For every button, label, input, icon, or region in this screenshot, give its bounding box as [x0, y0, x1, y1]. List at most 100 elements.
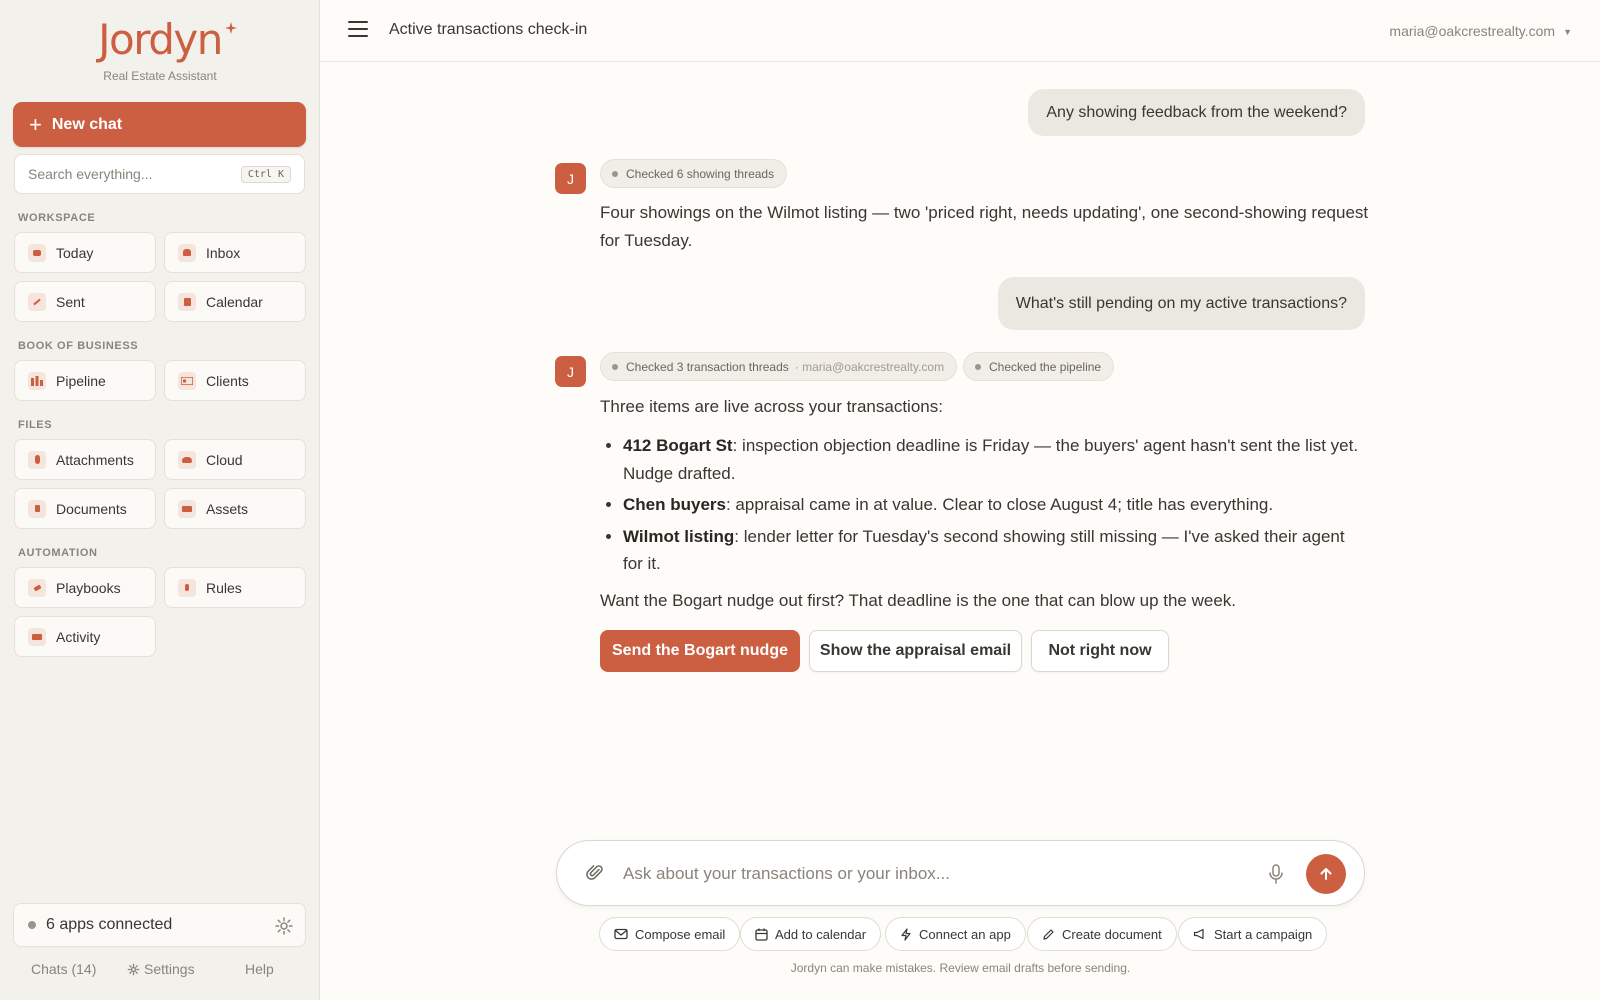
- footer-settings-link[interactable]: Settings: [127, 961, 195, 977]
- assistant-message-intro: Three items are live across your transac…: [600, 397, 943, 416]
- assistant-avatar: J: [555, 356, 586, 387]
- sidebar-item-inbox[interactable]: Inbox: [164, 232, 306, 273]
- sidebar-item-attachments[interactable]: Attachments: [14, 439, 156, 480]
- pencil-icon: [1043, 928, 1054, 940]
- list-item-text: : appraisal came in at value. Clear to c…: [725, 495, 1274, 514]
- sidebar-item-playbooks[interactable]: Playbooks: [14, 567, 156, 608]
- sidebar-item-pipeline[interactable]: Pipeline: [14, 360, 156, 401]
- gear-icon: [127, 963, 140, 975]
- mail-icon: [614, 928, 628, 940]
- logo-tagline: Real Estate Assistant: [103, 69, 217, 83]
- calendar-icon: [178, 292, 196, 311]
- sidebar-item-label: Sent: [56, 293, 85, 310]
- list-item: Wilmot listing: lender letter for Tuesda…: [623, 523, 1365, 578]
- not-right-now-button[interactable]: Not right now: [1031, 630, 1169, 672]
- sidebar-item-documents[interactable]: Documents: [14, 488, 156, 529]
- tool-status-label: Checked 3 transaction threads: [626, 359, 789, 374]
- megaphone-icon: [1193, 928, 1204, 940]
- sidebar-item-today[interactable]: Today: [14, 232, 156, 273]
- user-message: Any showing feedback from the weekend?: [1028, 89, 1365, 136]
- new-chat-button[interactable]: + New chat: [13, 102, 306, 147]
- user-message-text: What's still pending on my active transa…: [1015, 294, 1347, 312]
- status-dot: [612, 363, 618, 370]
- tool-status-chip[interactable]: Checked 3 transaction threads · maria@oa…: [600, 352, 958, 381]
- rules-icon: [178, 578, 196, 597]
- start-campaign-button[interactable]: Start a campaign: [1178, 917, 1328, 951]
- assistant-message-text: Four showings on the Wilmot listing — tw…: [600, 203, 1369, 250]
- sidebar-item-label: Inbox: [206, 244, 241, 261]
- status-dot: [612, 170, 618, 177]
- sidebar-item-activity[interactable]: Activity: [14, 616, 156, 657]
- sidebar-item-sent[interactable]: Sent: [14, 281, 156, 322]
- search-shortcut-badge: Ctrl K: [240, 165, 291, 183]
- logo[interactable]: Jordyn: [0, 14, 320, 66]
- caret-down-icon: ▼: [1563, 27, 1572, 37]
- sidebar-item-clients[interactable]: Clients: [164, 360, 306, 401]
- sparkle-icon: [225, 22, 237, 34]
- footer-chats-link[interactable]: Chats (14): [31, 961, 96, 977]
- microphone-icon[interactable]: [1266, 863, 1286, 885]
- sidebar-item-label: Documents: [56, 500, 127, 517]
- logo-wordmark: Jordyn: [98, 15, 223, 64]
- section-label-book-of-business: BOOK OF BUSINESS: [18, 340, 139, 352]
- list-item: 412 Bogart St: inspection objection dead…: [623, 432, 1365, 487]
- section-label-automation: AUTOMATION: [18, 547, 98, 559]
- connect-app-button[interactable]: Connect an app: [885, 917, 1026, 951]
- sidebar-item-assets[interactable]: Assets: [164, 488, 306, 529]
- gear-icon[interactable]: [274, 916, 294, 936]
- chat-input[interactable]: [623, 861, 1223, 887]
- sidebar-item-label: Calendar: [206, 293, 263, 310]
- paperclip-icon[interactable]: [585, 863, 605, 883]
- image-icon: [178, 499, 196, 518]
- sidebar-item-label: Playbooks: [56, 579, 121, 596]
- sidebar-item-cloud[interactable]: Cloud: [164, 439, 306, 480]
- new-chat-label: New chat: [51, 115, 123, 133]
- status-dot: [975, 363, 981, 370]
- tool-status-chip[interactable]: Checked the pipeline: [963, 352, 1115, 381]
- sidebar-item-label: Pipeline: [56, 372, 106, 389]
- assistant-avatar: J: [555, 163, 586, 194]
- sidebar: Jordyn Real Estate Assistant + New chat …: [0, 0, 320, 1000]
- lightning-icon: [901, 927, 911, 941]
- page-title: Active transactions check-in: [389, 21, 588, 38]
- apps-connected-label: 6 apps connected: [46, 916, 173, 933]
- search-input[interactable]: [28, 166, 241, 182]
- sidebar-item-rules[interactable]: Rules: [164, 567, 306, 608]
- footer-help-link[interactable]: Help: [245, 961, 274, 977]
- sidebar-search[interactable]: Ctrl K: [14, 154, 305, 194]
- sidebar-item-label: Rules: [206, 579, 242, 596]
- list-item-title: Wilmot listing: [623, 526, 735, 546]
- transaction-list: 412 Bogart St: inspection objection dead…: [600, 432, 1365, 582]
- message-composer: [556, 840, 1365, 906]
- add-to-calendar-button[interactable]: Add to calendar: [740, 917, 882, 951]
- create-document-button[interactable]: Create document: [1027, 917, 1177, 951]
- add-to-calendar-label: Add to calendar: [775, 926, 867, 942]
- paperclip-icon: [28, 450, 46, 469]
- create-document-label: Create document: [1062, 926, 1162, 942]
- connect-app-label: Connect an app: [919, 926, 1011, 942]
- tool-status-chip[interactable]: Checked 6 showing threads: [600, 159, 788, 188]
- account-menu[interactable]: maria@oakcrestrealty.com ▼: [1389, 23, 1572, 39]
- arrow-up-icon: [1320, 868, 1332, 880]
- send-button[interactable]: [1306, 854, 1346, 894]
- today-icon: [28, 243, 46, 262]
- plus-icon: +: [29, 111, 42, 137]
- send-bogart-nudge-button[interactable]: Send the Bogart nudge: [600, 630, 800, 672]
- section-label-files: FILES: [18, 419, 53, 431]
- document-icon: [28, 499, 46, 518]
- user-message-text: Any showing feedback from the weekend?: [1046, 103, 1347, 121]
- playbook-icon: [28, 578, 46, 597]
- compose-email-button[interactable]: Compose email: [599, 917, 741, 951]
- bar-chart-icon: [28, 371, 46, 390]
- menu-icon[interactable]: [348, 21, 368, 39]
- inbox-icon: [178, 243, 196, 262]
- sidebar-item-label: Cloud: [206, 451, 243, 468]
- apps-connected-status[interactable]: 6 apps connected: [13, 903, 306, 947]
- list-item: Chen buyers: appraisal came in at value.…: [623, 491, 1365, 519]
- sidebar-item-label: Clients: [206, 372, 249, 389]
- sidebar-item-calendar[interactable]: Calendar: [164, 281, 306, 322]
- sidebar-item-label: Assets: [206, 500, 249, 517]
- activity-icon: [28, 627, 46, 646]
- show-appraisal-email-button[interactable]: Show the appraisal email: [809, 630, 1022, 672]
- sidebar-item-label: Attachments: [56, 451, 134, 468]
